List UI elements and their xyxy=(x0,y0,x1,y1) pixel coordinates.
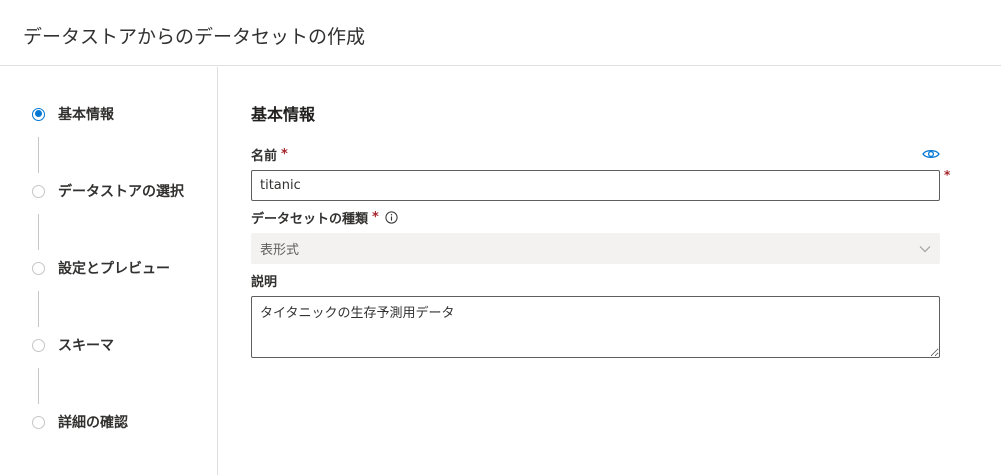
step-datastore-select[interactable]: データストアの選択 xyxy=(32,181,184,201)
dataset-type-label-text: データセットの種類 xyxy=(251,212,369,227)
dataset-type-dropdown[interactable]: 表形式 xyxy=(251,233,940,264)
step-indicator xyxy=(32,415,45,429)
step-connector xyxy=(38,214,39,250)
info-icon[interactable] xyxy=(385,211,398,224)
step-review-details[interactable]: 詳細の確認 xyxy=(32,412,128,432)
dataset-type-label: データセットの種類 * xyxy=(251,208,398,227)
step-indicator xyxy=(32,338,45,352)
description-label: 説明 xyxy=(251,271,277,290)
step-schema[interactable]: スキーマ xyxy=(32,335,114,355)
page-title: データストアからのデータセットの作成 xyxy=(23,26,366,48)
step-connector xyxy=(38,137,39,173)
step-connector xyxy=(38,368,39,404)
section-title: 基本情報 xyxy=(251,105,316,124)
dataset-type-selected: 表形式 xyxy=(260,243,300,258)
step-label: スキーマ xyxy=(58,338,114,354)
eye-icon[interactable] xyxy=(922,148,940,160)
step-basic-info[interactable]: 基本情報 xyxy=(32,104,114,124)
name-input[interactable] xyxy=(251,170,940,201)
step-label: データストアの選択 xyxy=(58,184,184,200)
description-label-text: 説明 xyxy=(251,275,278,290)
name-label-text: 名前 xyxy=(251,149,278,164)
wizard-steps-sidebar: 基本情報 データストアの選択 設定とプレビュー スキーマ 詳細の確認 xyxy=(0,67,218,475)
step-label: 設定とプレビュー xyxy=(58,261,170,277)
step-indicator xyxy=(32,261,45,275)
step-label: 詳細の確認 xyxy=(58,415,128,431)
description-textarea[interactable]: タイタニックの生存予測用データ xyxy=(251,296,940,358)
required-mark: * xyxy=(281,147,288,162)
step-label: 基本情報 xyxy=(58,107,114,123)
name-field-label: 名前 * xyxy=(251,145,288,164)
step-indicator-active xyxy=(32,107,45,121)
step-connector xyxy=(38,291,39,327)
step-indicator xyxy=(32,184,45,198)
main-content: 基本情報 名前 * * データセットの種類 * 表形式 説明 タイタニックの生存… xyxy=(219,67,1001,475)
chevron-down-icon xyxy=(919,245,931,252)
required-indicator: * xyxy=(944,168,951,182)
step-settings-preview[interactable]: 設定とプレビュー xyxy=(32,258,170,278)
page-header: データストアからのデータセットの作成 xyxy=(0,0,1001,66)
required-mark: * xyxy=(372,210,379,225)
